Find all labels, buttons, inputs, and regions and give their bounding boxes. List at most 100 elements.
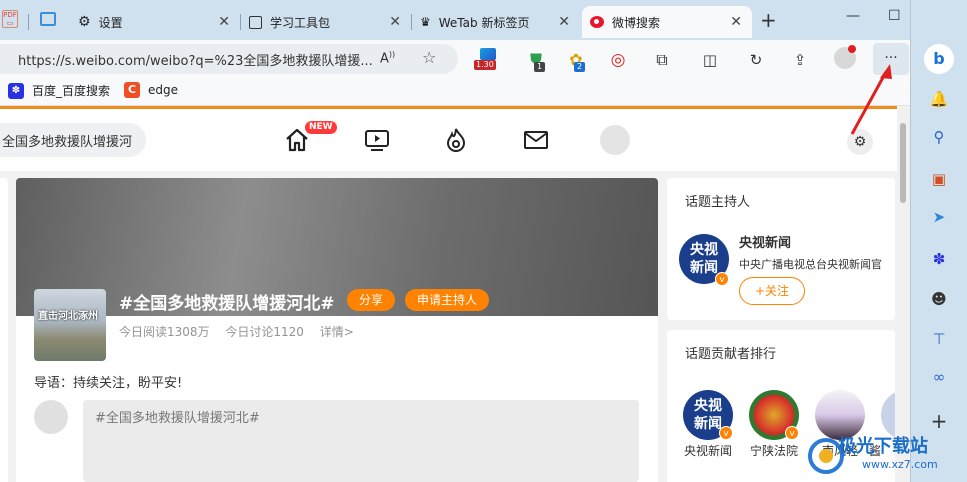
notification-bell-icon[interactable]: 🔔 [928,88,950,110]
contributor-name[interactable]: 央视新闻 [678,442,738,459]
qq-penguin-icon[interactable]: ☻ [928,288,950,310]
toolbox-icon[interactable]: ▣ [928,168,950,190]
favorite-baidu[interactable]: ✽ 百度_百度搜索 [8,82,110,99]
host-name[interactable]: 央视新闻 [739,232,791,251]
close-icon[interactable]: ✕ [558,14,570,30]
extensions-puzzle-icon[interactable]: ⧉ [652,50,672,70]
message-mail-icon[interactable] [523,127,549,153]
page-icon [249,15,262,29]
c-logo-icon: C [124,82,140,98]
tab-wetab[interactable]: ♛ WeTab 新标签页 ✕ [412,6,580,38]
favorite-edge[interactable]: C edge [124,82,178,98]
rank-section-title: 话题贡献者排行 [685,347,777,362]
tab-bar: PDF ▭ ⚙ 设置 ✕ 学习工具包 ✕ ♛ WeTab 新标签页 ✕ 微博搜索 … [0,0,910,40]
split-screen-icon[interactable]: ◫ [700,50,720,70]
extension-count-badge: 1 [534,62,546,72]
maximize-button[interactable]: ☐ [888,8,901,24]
gear-icon: ⚙ [78,14,91,30]
discuss-count: 今日讨论1120 [225,325,304,339]
page-content: 全国多地救援队增援河 NEW ⚙ 直击河北涿州 #全国多地救援队增援河北# 分享… [0,106,910,482]
adguard-icon[interactable]: ⛊ 1 [526,50,546,72]
scrollbar-thumb[interactable] [900,123,906,203]
follow-button[interactable]: +关注 [739,277,805,305]
watermark-url: www.xz7.com [862,458,938,471]
thumbnail-caption: 直击河北涿州 [38,311,98,322]
new-tab-button[interactable]: + [760,8,777,32]
verified-badge-icon: v [785,426,799,440]
extension-badge-icon[interactable]: 1.30 [474,48,498,70]
tab-title: WeTab 新标签页 [438,15,530,30]
bing-icon[interactable]: b [924,44,954,74]
tab-title: 学习工具包 [270,15,331,30]
address-toolbar: https://s.weibo.com/weibo?q=%23全国多地救援队增援… [0,40,910,78]
weibo-header: 全国多地救援队增援河 NEW ⚙ [0,109,897,171]
tab-weibo-search[interactable]: 微博搜索 ✕ [582,6,752,38]
baidu-paw-icon: ✽ [8,82,24,99]
hot-fire-icon[interactable] [443,127,469,153]
contributor-name[interactable]: 宁陕法院 [744,442,804,459]
reads-count: 今日阅读1308万 [119,325,210,339]
host-section-title: 话题主持人 [685,195,751,210]
settings-more-button[interactable]: ··· [873,43,909,75]
close-icon[interactable]: ✕ [389,14,401,30]
extension-count-badge: 2 [574,62,586,72]
workspaces-icon[interactable] [40,12,56,26]
extension-badge-text: 1.30 [474,60,496,70]
verified-badge-icon: v [715,272,729,286]
settings-gear-icon[interactable]: ⚙ [847,129,873,155]
loop-icon[interactable]: ∞ [928,366,950,388]
url-text: https://s.weibo.com/weibo?q=%23全国多地救援队增援… [18,53,373,69]
watermark-text: 极光下载站 [838,436,928,457]
favorite-label: edge [148,83,178,97]
favorite-label: 百度_百度搜索 [32,84,111,98]
address-bar[interactable]: https://s.weibo.com/weibo?q=%23全国多地救援队增援… [0,44,458,74]
user-avatar[interactable] [600,125,630,155]
topic-title: #全国多地救援队增援河北# [119,294,335,314]
topic-banner [16,178,658,316]
target-icon[interactable]: ◎ [608,50,628,70]
new-badge: NEW [305,121,337,134]
details-link[interactable]: 详情> [320,325,354,339]
baidu-paw-icon[interactable]: ✽ [928,248,950,270]
comment-input[interactable]: #全国多地救援队增援河北# [83,400,639,482]
search-icon[interactable]: ⚲ [928,126,950,148]
add-icon[interactable]: + [928,410,950,432]
search-text: 全国多地救援队增援河 [2,134,133,150]
share-icon[interactable]: ⇪ [790,50,810,70]
comment-avatar [34,400,68,434]
pin-icon[interactable]: ⊤ [928,328,950,350]
video-icon[interactable] [364,127,390,153]
left-nav-card [0,178,8,482]
tab-title: 微博搜索 [612,15,661,30]
weibo-search-input[interactable]: 全国多地救援队增援河 [0,123,146,157]
topic-thumbnail[interactable]: 直击河北涿州 [34,289,106,361]
logo-line: 新闻 [690,260,718,276]
apply-host-button[interactable]: 申请主持人 [405,289,490,311]
page-scrollbar[interactable] [897,109,910,482]
tab-settings[interactable]: ⚙ 设置 ✕ [70,6,240,38]
minimize-button[interactable]: — [846,8,860,24]
logo-line: 央视 [694,398,722,414]
crown-icon: ♛ [420,15,431,29]
send-icon[interactable]: ➤ [928,206,950,228]
profile-avatar[interactable] [834,45,856,69]
logo-line: 央视 [690,242,718,258]
history-icon[interactable]: ↻ [746,50,766,70]
tab-learning-toolkit[interactable]: 学习工具包 ✕ [241,6,411,38]
read-aloud-icon[interactable]: A)) [380,50,395,66]
host-desc: 中央广播电视总台央视新闻官 [739,258,882,271]
tab-actions-icon[interactable]: PDF ▭ [2,10,18,28]
close-icon[interactable]: ✕ [218,14,230,30]
topic-card: 直击河北涿州 #全国多地救援队增援河北# 分享 申请主持人 今日阅读1308万 … [16,178,658,482]
tampermonkey-icon[interactable]: ✿ 2 [566,50,586,72]
more-dots-icon: ··· [884,50,898,66]
close-icon[interactable]: ✕ [730,14,742,30]
tab-separator [28,14,29,30]
edge-sidebar: b 🔔 ⚲ ▣ ➤ ✽ ☻ ⊤ ∞ + [910,0,967,482]
weibo-icon [590,16,604,28]
favorite-star-icon[interactable]: ☆ [422,48,436,67]
tab-title: 设置 [98,15,123,30]
share-button[interactable]: 分享 [347,289,396,311]
favorites-bar: ✽ 百度_百度搜索 C edge [0,78,910,106]
verified-badge-icon: v [719,426,733,440]
